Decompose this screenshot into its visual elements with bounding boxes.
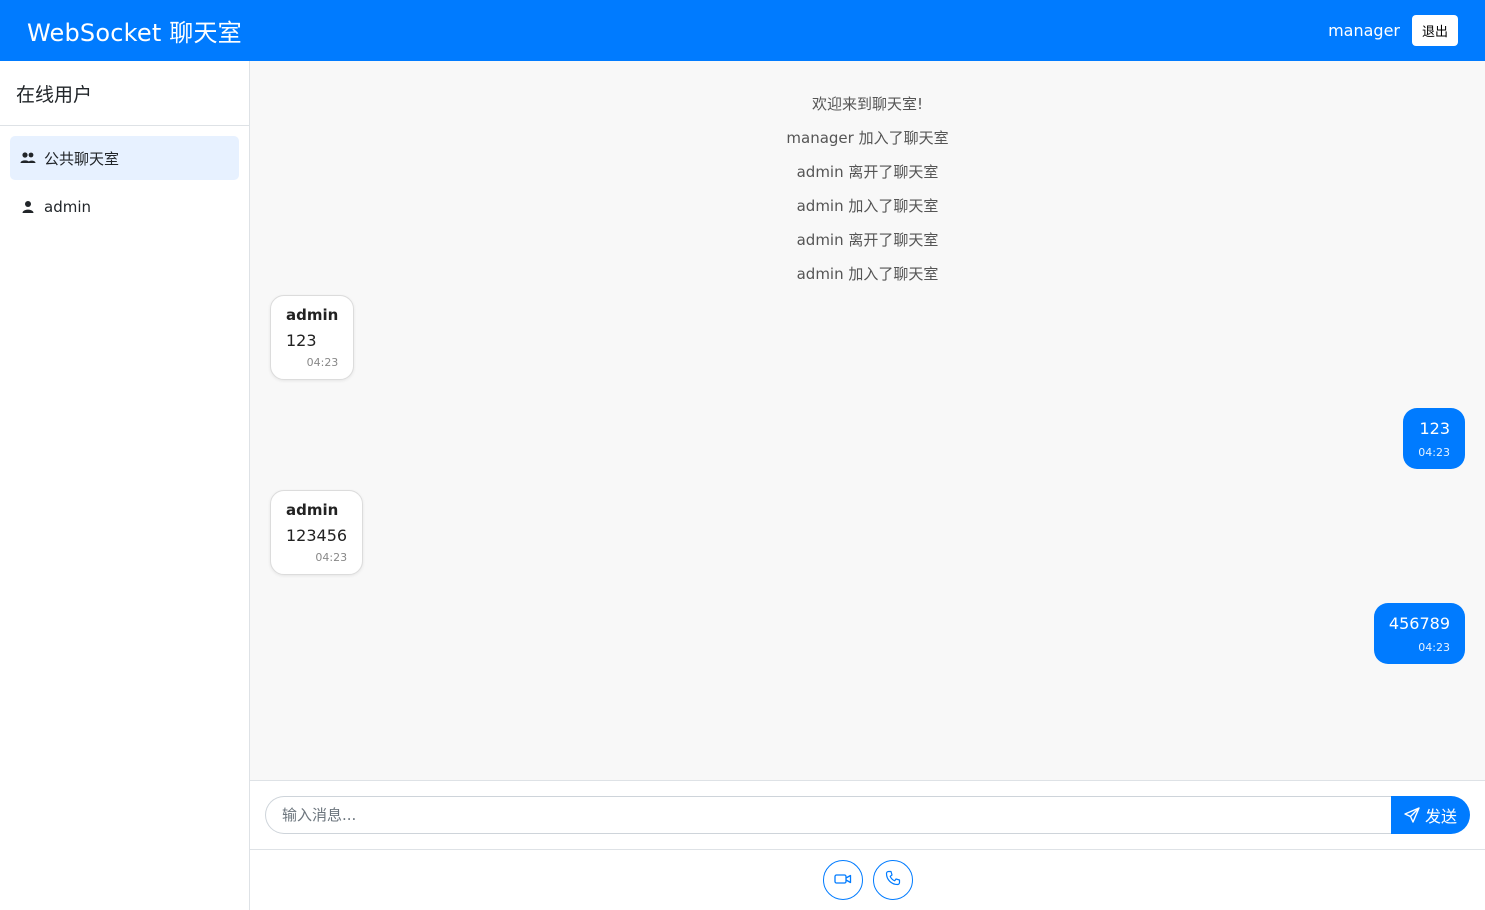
online-users-sidebar: 在线用户 公共聊天室 admin (0, 61, 250, 910)
message-time: 04:23 (1418, 641, 1450, 654)
incoming-message: admin 123 04:23 (270, 295, 355, 380)
system-message: 欢迎来到聊天室! (811, 95, 923, 113)
phone-icon (885, 870, 901, 890)
chat-messages-area[interactable]: 欢迎来到聊天室! manager 加入了聊天室 admin 离开了聊天室 adm… (250, 61, 1485, 781)
users-icon (20, 150, 36, 166)
video-camera-icon (834, 871, 852, 890)
message-text: 123456 (286, 526, 348, 545)
app-title: WebSocket 聊天室 (27, 19, 242, 47)
message-time: 04:23 (315, 551, 348, 564)
call-controls (250, 850, 1485, 910)
sidebar-item-label: 公共聊天室 (44, 149, 120, 168)
current-username: manager (1328, 21, 1400, 40)
sidebar-item-label: admin (44, 198, 91, 216)
sidebar-item-admin[interactable]: admin (10, 185, 239, 229)
message-text: 123 (286, 331, 317, 350)
system-message: admin 离开了聊天室 (796, 163, 939, 181)
system-message: manager 加入了聊天室 (786, 129, 949, 147)
outgoing-message: 456789 04:23 (1373, 603, 1465, 664)
user-list: 公共聊天室 admin (0, 126, 249, 244)
message-sender: admin (286, 501, 339, 519)
message-time: 04:23 (306, 356, 339, 369)
paper-plane-icon (1404, 807, 1420, 823)
logout-button[interactable]: 退出 (1412, 15, 1458, 46)
system-message: admin 加入了聊天室 (796, 197, 939, 215)
sidebar-title: 在线用户 (0, 61, 249, 126)
message-composer: 发送 (250, 781, 1485, 850)
video-call-button[interactable] (823, 860, 863, 900)
message-sender: admin (286, 306, 339, 324)
nav-user-area: manager 退出 (1328, 15, 1458, 46)
system-message: admin 加入了聊天室 (796, 265, 939, 283)
message-time: 04:23 (1418, 446, 1450, 459)
navbar: WebSocket 聊天室 manager 退出 (0, 0, 1485, 61)
message-text: 456789 (1388, 614, 1450, 633)
sidebar-item-public-chat[interactable]: 公共聊天室 (10, 136, 239, 180)
voice-call-button[interactable] (873, 860, 913, 900)
system-message: admin 离开了聊天室 (796, 231, 939, 249)
user-icon (20, 199, 36, 215)
outgoing-message: 123 04:23 (1403, 408, 1465, 469)
send-button-label: 发送 (1424, 807, 1457, 826)
message-text: 123 (1419, 419, 1450, 438)
message-input[interactable] (265, 796, 1392, 834)
incoming-message: admin 123456 04:23 (270, 490, 364, 575)
send-button[interactable]: 发送 (1391, 796, 1470, 834)
